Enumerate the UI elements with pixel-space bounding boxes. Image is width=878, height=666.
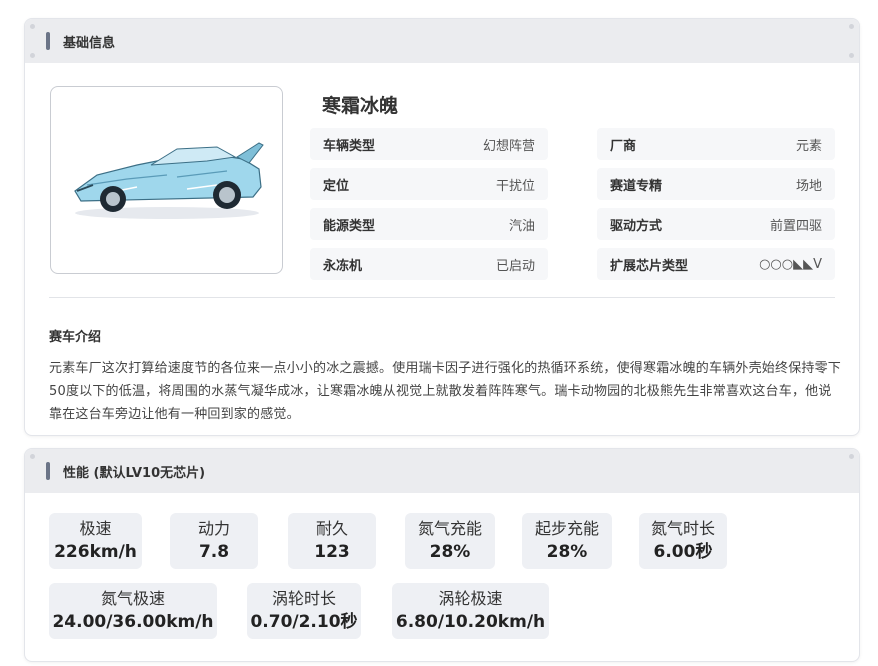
car-name: 寒霜冰魄 bbox=[322, 95, 399, 117]
attr-energy-type: 能源类型 汽油 bbox=[310, 208, 548, 240]
car-image bbox=[50, 86, 283, 274]
corner-dot-icon bbox=[849, 454, 854, 459]
basic-info-title: 基础信息 bbox=[63, 35, 116, 51]
stat-durability: 耐久 123 bbox=[288, 513, 376, 569]
corner-dot-icon bbox=[849, 24, 854, 29]
stat-turbo-speed: 涡轮极速 6.80/10.20km/h bbox=[392, 583, 549, 639]
stat-nitro-duration: 氮气时长 6.00秒 bbox=[639, 513, 727, 569]
stat-top-speed: 极速 226km/h bbox=[49, 513, 142, 569]
attr-manufacturer: 厂商 元素 bbox=[597, 128, 835, 160]
intro-title: 赛车介绍 bbox=[49, 330, 102, 345]
corner-dot-icon bbox=[849, 53, 854, 58]
header-accent-bar bbox=[46, 32, 50, 50]
stat-start-charge: 起步充能 28% bbox=[522, 513, 612, 569]
intro-text: 元素车厂这次打算给速度节的各位来一点小小的冰之震撼。使用瑞卡因子进行强化的热循环… bbox=[49, 361, 842, 422]
car-illustration bbox=[73, 142, 264, 219]
performance-title: 性能 (默认LV10无芯片) bbox=[63, 465, 206, 481]
stat-nitro-speed: 氮气极速 24.00/36.00km/h bbox=[49, 583, 217, 639]
performance-card: 性能 (默认LV10无芯片) 极速 226km/h 动力 7.8 耐久 123 … bbox=[24, 448, 860, 662]
attr-vehicle-type: 车辆类型 幻想阵营 bbox=[310, 128, 548, 160]
section-divider bbox=[49, 297, 835, 298]
attr-chip-type: 扩展芯片类型 ○○○◣◣V bbox=[597, 248, 835, 280]
stat-power: 动力 7.8 bbox=[170, 513, 258, 569]
attr-track-specialty: 赛道专精 场地 bbox=[597, 168, 835, 200]
header-accent-bar bbox=[46, 462, 50, 480]
basic-info-header: 基础信息 bbox=[25, 19, 859, 63]
attr-permafrost-engine: 永冻机 已启动 bbox=[310, 248, 548, 280]
attr-drive-type: 驱动方式 前置四驱 bbox=[597, 208, 835, 240]
corner-dot-icon bbox=[30, 454, 35, 459]
corner-dot-icon bbox=[30, 24, 35, 29]
performance-header: 性能 (默认LV10无芯片) bbox=[25, 449, 859, 493]
attribute-grid: 车辆类型 幻想阵营 厂商 元素 定位 干扰位 赛道专精 场地 能源类型 汽油 驱… bbox=[310, 128, 835, 280]
stat-nitro-charge: 氮气充能 28% bbox=[405, 513, 495, 569]
stat-turbo-duration: 涡轮时长 0.70/2.10秒 bbox=[247, 583, 361, 639]
basic-info-card: 基础信息 寒霜冰魄 车辆类型 幻想阵营 厂商 元素 定位 干扰位 赛道专精 场地… bbox=[24, 18, 860, 436]
corner-dot-icon bbox=[30, 53, 35, 58]
attr-role: 定位 干扰位 bbox=[310, 168, 548, 200]
